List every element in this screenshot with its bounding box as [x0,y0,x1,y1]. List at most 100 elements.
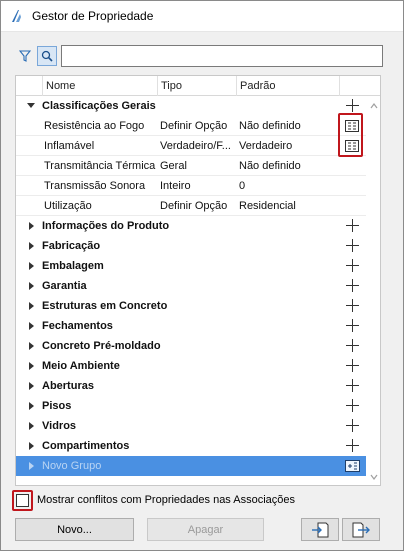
property-row[interactable]: Resistência ao Fogo Definir Opção Não de… [16,116,366,136]
property-name: Inflamável [44,140,95,152]
delete-button[interactable]: Apagar [147,518,264,541]
group-label: Fechamentos [42,320,113,332]
property-row[interactable]: Transmitância Térmica Geral Não definido [16,156,366,176]
add-property-icon[interactable] [346,399,359,412]
title-bar: Gestor de Propriedade [1,1,403,32]
vertical-scrollbar[interactable] [366,96,380,485]
group-row[interactable]: Estruturas em Concreto [16,296,366,316]
add-property-icon[interactable] [346,259,359,272]
archicad-logo-icon [12,10,21,22]
highlight-annotation [12,489,33,511]
collapsed-arrow-icon[interactable] [26,216,36,236]
filter-icon [19,50,31,62]
property-name: Utilização [44,200,92,212]
column-header-actions [339,76,366,96]
column-header-name[interactable]: Nome [42,76,160,96]
group-label: Meio Ambiente [42,360,120,372]
import-button[interactable] [301,518,339,541]
collapsed-arrow-icon[interactable] [26,276,36,296]
add-property-icon[interactable] [346,99,359,112]
add-property-icon[interactable] [346,419,359,432]
property-name: Transmitância Térmica [44,160,156,172]
property-default: Não definido [239,120,301,132]
property-type: Definir Opção [160,120,228,132]
scroll-up-icon[interactable] [370,102,378,110]
column-header-default[interactable]: Padrão [236,76,339,96]
show-conflicts-checkbox[interactable] [16,493,29,507]
collapsed-arrow-icon[interactable] [26,396,36,416]
export-icon [352,522,370,537]
group-row[interactable]: Fechamentos [16,316,366,336]
conflict-option[interactable]: Mostrar conflitos com Propriedades nas A… [12,489,295,511]
group-label: Compartimentos [42,440,130,452]
property-default: Não definido [239,160,301,172]
collapsed-arrow-icon[interactable] [26,256,36,276]
collapsed-arrow-icon[interactable] [26,316,36,336]
export-button[interactable] [342,518,380,541]
window-title: Gestor de Propriedade [32,9,154,23]
filter-button[interactable] [15,46,35,66]
group-label: Informações do Produto [42,220,170,232]
search-input[interactable] [61,45,383,67]
add-property-icon[interactable] [346,219,359,232]
group-row[interactable]: Informações do Produto [16,216,366,236]
group-label: Pisos [42,400,72,412]
group-label: Estruturas em Concreto [42,300,168,312]
collapsed-arrow-icon[interactable] [26,416,36,436]
column-header-type[interactable]: Tipo [157,76,236,96]
property-tree-panel: Nome Tipo Padrão Classificações Gerais R… [15,75,381,486]
group-label: Aberturas [42,380,94,392]
group-row[interactable]: Garantia [16,276,366,296]
group-row[interactable]: Pisos [16,396,366,416]
property-row[interactable]: Utilização Definir Opção Residencial [16,196,366,216]
add-property-icon[interactable] [346,339,359,352]
highlight-annotation [338,113,363,157]
collapsed-arrow-icon[interactable] [26,356,36,376]
group-row[interactable]: Fabricação [16,236,366,256]
collapsed-arrow-icon[interactable] [26,456,36,476]
collapsed-arrow-icon[interactable] [26,336,36,356]
import-icon [312,522,329,537]
add-property-icon[interactable] [346,359,359,372]
group-row[interactable]: Embalagem [16,256,366,276]
scroll-down-icon[interactable] [370,473,378,481]
group-row[interactable]: Aberturas [16,376,366,396]
property-default: Verdadeiro [239,140,293,152]
group-row[interactable]: Concreto Pré-moldado [16,336,366,356]
add-property-icon[interactable] [346,299,359,312]
add-property-icon[interactable] [346,439,359,452]
property-row[interactable]: Inflamável Verdadeiro/F... Verdadeiro [16,136,366,156]
expanded-arrow-icon[interactable] [26,96,36,116]
property-row[interactable]: Transmissão Sonora Inteiro 0 [16,176,366,196]
search-button[interactable] [37,46,57,66]
group-row-classificacoes-gerais[interactable]: Classificações Gerais [16,96,366,116]
new-group-row[interactable]: Novo Grupo [16,456,366,476]
add-property-icon[interactable] [346,239,359,252]
property-name: Transmissão Sonora [44,180,146,192]
group-row[interactable]: Compartimentos [16,436,366,456]
property-type: Geral [160,160,187,172]
new-button[interactable]: Novo... [15,518,134,541]
add-property-icon[interactable] [346,319,359,332]
property-type: Verdadeiro/F... [160,140,231,152]
group-label: Classificações Gerais [42,100,156,112]
add-property-icon[interactable] [346,379,359,392]
group-label: Vidros [42,420,77,432]
column-header: Nome Tipo Padrão [16,76,380,96]
add-property-icon[interactable] [346,279,359,292]
property-type: Definir Opção [160,200,228,212]
collapsed-arrow-icon[interactable] [26,376,36,396]
show-conflicts-label: Mostrar conflitos com Propriedades nas A… [37,494,296,506]
collapsed-arrow-icon[interactable] [26,296,36,316]
group-row[interactable]: Meio Ambiente [16,356,366,376]
property-default: Residencial [239,200,296,212]
property-name: Resistência ao Fogo [44,120,145,132]
property-type: Inteiro [160,180,191,192]
collapsed-arrow-icon[interactable] [26,436,36,456]
group-label: Garantia [42,280,87,292]
group-label: Concreto Pré-moldado [42,340,161,352]
add-group-icon[interactable] [345,460,360,472]
collapsed-arrow-icon[interactable] [26,236,36,256]
search-icon [41,50,53,62]
group-row[interactable]: Vidros [16,416,366,436]
